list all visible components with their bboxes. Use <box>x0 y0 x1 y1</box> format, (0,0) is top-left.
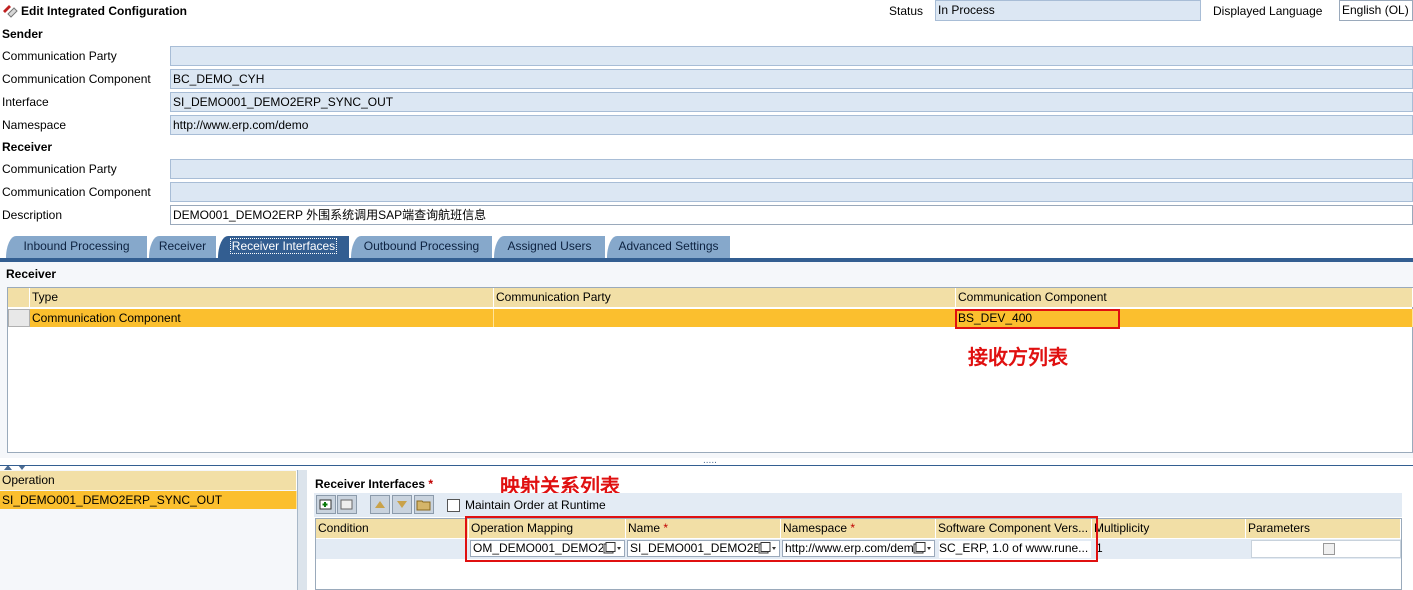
col-header-parameters[interactable]: Parameters <box>1246 519 1401 538</box>
tab-receiver[interactable]: Receiver <box>149 236 217 258</box>
splitter-arrows-icon[interactable] <box>2 460 32 470</box>
status-field: In Process <box>935 0 1201 21</box>
splitter-line <box>0 465 1413 466</box>
col-header-party[interactable]: Communication Party <box>494 288 956 307</box>
annotation-box-receiver <box>955 309 1120 329</box>
language-label: Displayed Language <box>1213 4 1323 18</box>
sender-namespace-field[interactable]: http://www.erp.com/demo <box>170 115 1413 135</box>
tab-outbound-processing[interactable]: Outbound Processing <box>351 236 493 258</box>
sender-party-field[interactable] <box>170 46 1413 66</box>
condition-cell[interactable] <box>318 541 467 558</box>
operation-splitter[interactable] <box>297 470 307 590</box>
move-down-button[interactable] <box>392 495 412 514</box>
move-up-button[interactable] <box>370 495 390 514</box>
description-field[interactable]: DEMO001_DEMO2ERP 外围系统调用SAP端查询航班信息 <box>170 205 1413 225</box>
tab-inbound-processing[interactable]: Inbound Processing <box>6 236 148 258</box>
row-selector[interactable] <box>8 309 30 327</box>
maintain-order-checkbox[interactable] <box>447 499 460 512</box>
sender-section-title: Sender <box>2 27 43 41</box>
edit-config-icon <box>2 4 18 18</box>
col-header-condition[interactable]: Condition <box>316 519 469 538</box>
sender-interface-label: Interface <box>2 95 49 109</box>
receiver-table-corner <box>8 288 30 307</box>
sender-namespace-label: Namespace <box>2 118 67 132</box>
tab-receiver-interfaces[interactable]: Receiver Interfaces <box>218 236 350 258</box>
open-folder-button[interactable] <box>414 495 434 514</box>
receiver-table-title: Receiver <box>6 267 57 281</box>
language-select[interactable]: English (OL) <box>1339 0 1413 21</box>
annotation-box-mapping <box>465 516 1098 562</box>
sender-component-label: Communication Component <box>2 72 151 86</box>
operation-header[interactable]: Operation <box>0 471 297 490</box>
col-header-multiplicity[interactable]: Multiplicity <box>1092 519 1246 538</box>
sender-party-label: Communication Party <box>2 49 117 63</box>
description-label: Description <box>2 208 63 222</box>
receiver-component-label: Communication Component <box>2 185 151 199</box>
receiver-component-field[interactable] <box>170 182 1413 202</box>
receiver-interfaces-title: Receiver Interfaces * <box>315 477 434 491</box>
sender-component-field[interactable]: BC_DEMO_CYH <box>170 69 1413 89</box>
multiplicity-cell: 1 <box>1096 541 1103 555</box>
tab-strip: Inbound Processing Receiver Receiver Int… <box>0 236 1413 258</box>
add-row-button[interactable] <box>316 495 336 514</box>
status-label: Status <box>889 4 924 18</box>
receiver-section-title: Receiver <box>2 140 53 154</box>
parameters-checkbox[interactable] <box>1323 543 1335 555</box>
col-header-component[interactable]: Communication Component <box>956 288 1413 307</box>
sender-interface-field[interactable]: SI_DEMO001_DEMO2ERP_SYNC_OUT <box>170 92 1413 112</box>
tab-advanced-settings[interactable]: Advanced Settings <box>607 236 731 258</box>
tab-assigned-users[interactable]: Assigned Users <box>494 236 606 258</box>
table-row-party[interactable] <box>494 309 956 327</box>
annotation-receiver-list: 接收方列表 <box>968 345 1068 369</box>
page-title-text: Edit Integrated Configuration <box>21 4 187 18</box>
page-title: Edit Integrated Configuration <box>2 3 187 19</box>
table-row-type[interactable]: Communication Component <box>30 309 494 327</box>
receiver-party-label: Communication Party <box>2 162 117 176</box>
delete-row-button[interactable] <box>337 495 357 514</box>
receiver-party-field[interactable] <box>170 159 1413 179</box>
col-header-type[interactable]: Type <box>30 288 494 307</box>
maintain-order-label: Maintain Order at Runtime <box>465 498 606 512</box>
operation-row[interactable]: SI_DEMO001_DEMO2ERP_SYNC_OUT <box>0 491 297 509</box>
